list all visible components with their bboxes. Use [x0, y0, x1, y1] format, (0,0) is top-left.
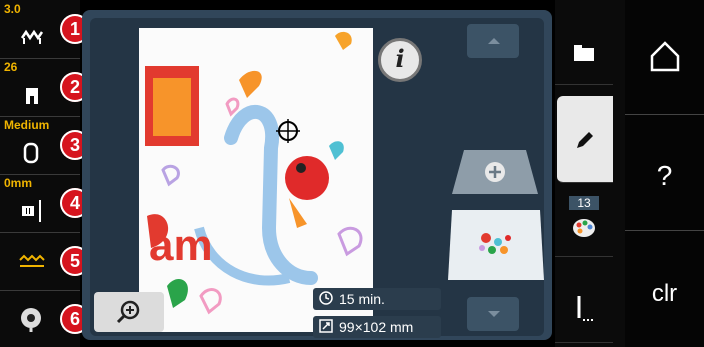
- scroll-down-button[interactable]: [467, 297, 519, 331]
- stitch-width-icon: [20, 29, 44, 44]
- clear-button[interactable]: clr: [625, 232, 704, 346]
- needle-stitch-icon: [577, 296, 593, 321]
- embroidery-screen: 3.0 1 26 2 Medium 3 0mm 4 5 6 am i 15 mi…: [0, 0, 704, 347]
- system-buttons: ? clr: [625, 0, 704, 347]
- home-icon: [650, 41, 680, 72]
- left-toolbar: 3.0 1 26 2 Medium 3 0mm 4 5 6: [0, 0, 90, 347]
- bobbin-button[interactable]: 6: [0, 290, 90, 347]
- tab-edit[interactable]: [557, 96, 613, 183]
- add-design-button[interactable]: [450, 146, 540, 196]
- feed-dog-button[interactable]: 5: [0, 232, 90, 291]
- arrow-up-icon: [488, 38, 500, 44]
- pencil-icon: [577, 132, 593, 148]
- zoom-button[interactable]: [94, 292, 164, 332]
- folder-icon: [574, 45, 594, 61]
- clear-label: clr: [651, 280, 678, 307]
- needle-position-button[interactable]: 0mm 4: [0, 174, 90, 233]
- thread-tension-icon: [23, 142, 39, 164]
- scroll-up-button[interactable]: [467, 24, 519, 58]
- design-thumbnail[interactable]: [446, 208, 546, 282]
- help-label: ?: [656, 160, 673, 191]
- tension-value: Medium: [4, 118, 50, 132]
- svg-text:am: am: [149, 221, 213, 270]
- stitch-time-display: 15 min.: [313, 288, 441, 310]
- tension-button[interactable]: Medium 3: [0, 116, 90, 175]
- tab-stitch-sequence[interactable]: [555, 272, 613, 343]
- bobbin-icon: [21, 308, 41, 332]
- embroidery-design: am: [145, 31, 363, 315]
- feed-dog-icon: [19, 254, 45, 267]
- home-button[interactable]: [625, 0, 704, 115]
- needle-position-value: 0mm: [4, 176, 33, 190]
- arrow-down-icon: [488, 311, 500, 317]
- zoom-in-icon: [116, 300, 140, 324]
- resize-icon: [319, 319, 333, 333]
- right-tab-bar: 13: [555, 0, 625, 347]
- stitch-width-value: 3.0: [4, 2, 21, 16]
- tab-files[interactable]: [555, 24, 613, 85]
- presser-foot-icon: [26, 88, 38, 104]
- hoop-canvas[interactable]: am: [139, 28, 373, 332]
- presser-foot-value: 26: [4, 60, 18, 74]
- info-button[interactable]: i: [378, 38, 422, 82]
- stitch-width-button[interactable]: 3.0 1: [0, 0, 90, 59]
- design-size-value: 99×102 mm: [339, 319, 414, 335]
- presser-foot-button[interactable]: 26 2: [0, 58, 90, 117]
- color-count-badge: 13: [569, 196, 599, 210]
- clock-icon: [319, 291, 333, 305]
- crosshair-icon: [276, 119, 300, 143]
- stitch-time-value: 15 min.: [339, 291, 385, 307]
- design-size-display: 99×102 mm: [313, 316, 441, 338]
- color-palette-icon: [573, 219, 595, 237]
- help-button[interactable]: ?: [625, 116, 704, 231]
- needle-icon: [22, 200, 41, 222]
- tab-colors[interactable]: 13: [555, 190, 613, 257]
